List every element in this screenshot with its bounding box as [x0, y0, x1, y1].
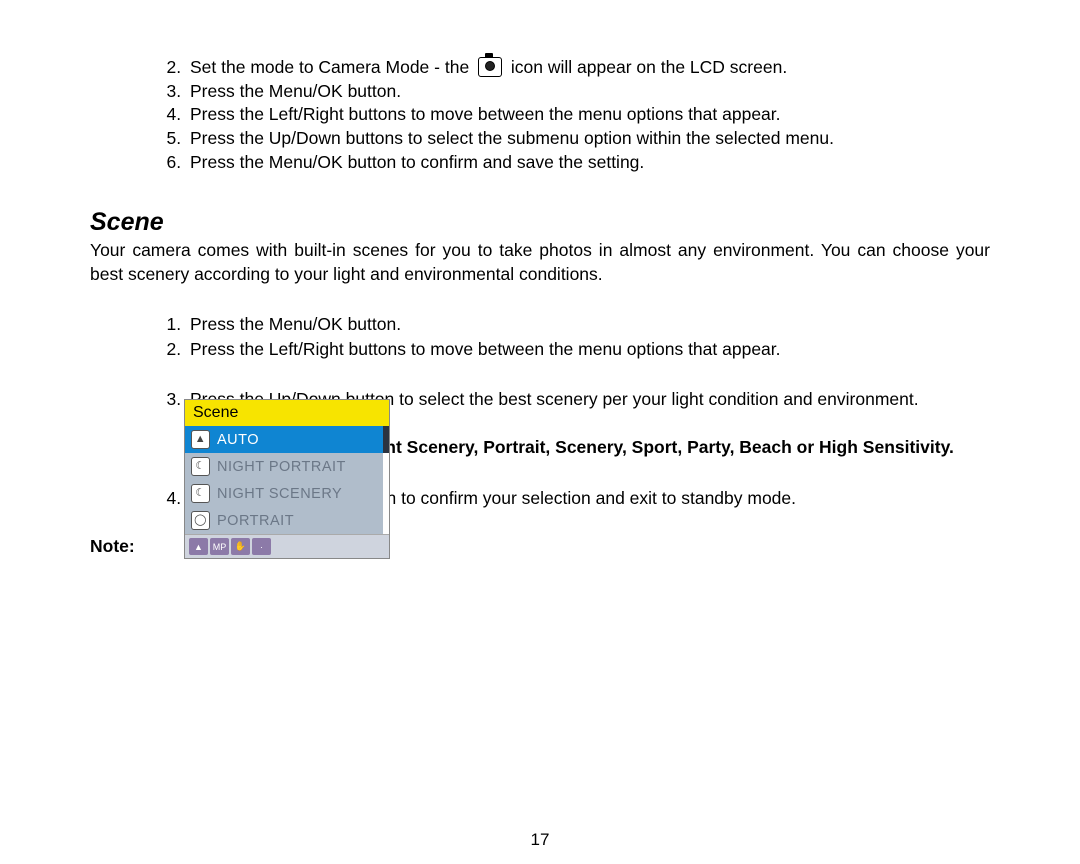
scene-row-label: PORTRAIT	[217, 513, 377, 529]
scene-row-label: NIGHT SCENERY	[217, 486, 377, 502]
badge-3: ✋	[231, 538, 250, 555]
page-number: 17	[0, 830, 1080, 850]
badge-mp: MP	[210, 538, 229, 555]
scene-row-label: AUTO	[217, 432, 377, 448]
camera-icon	[478, 57, 502, 77]
step-2: Set the mode to Camera Mode - the icon w…	[186, 56, 990, 80]
night-scenery-icon: ☾	[191, 484, 210, 503]
scene-step-1: Press the Menu/OK button.	[186, 312, 990, 337]
scene-row-label: NIGHT PORTRAIT	[217, 459, 377, 475]
step-2-post: icon will appear on the LCD screen.	[511, 57, 787, 77]
auto-icon: ▲	[191, 430, 210, 449]
steps-top-list: Set the mode to Camera Mode - the icon w…	[90, 56, 990, 174]
steps-scene-a: Press the Menu/OK button. Press the Left…	[90, 312, 990, 361]
scene-step-2: Press the Left/Right buttons to move bet…	[186, 337, 990, 362]
step-3: Press the Menu/OK button.	[186, 80, 990, 104]
step-4: Press the Left/Right buttons to move bet…	[186, 103, 990, 127]
section-title-scene: Scene	[90, 208, 990, 237]
scene-bottom-badges: ▲ MP ✋ ·	[185, 534, 389, 558]
step-6: Press the Menu/OK button to confirm and …	[186, 151, 990, 175]
portrait-icon: ◯	[191, 511, 210, 530]
step-5: Press the Up/Down buttons to select the …	[186, 127, 990, 151]
badge-4: ·	[252, 538, 271, 555]
scene-row-night-portrait[interactable]: ☾ NIGHT PORTRAIT	[185, 453, 389, 480]
scene-menu-panel: Scene ▲ AUTO ☾ NIGHT PORTRAIT ☾ NIGHT SC…	[184, 399, 390, 559]
scene-row-night-scenery[interactable]: ☾ NIGHT SCENERY	[185, 480, 389, 507]
scene-row-portrait[interactable]: ◯ PORTRAIT	[185, 507, 389, 534]
night-portrait-icon: ☾	[191, 457, 210, 476]
scene-intro-para: Your camera comes with built-in scenes f…	[90, 239, 990, 286]
badge-1: ▲	[189, 538, 208, 555]
scene-menu-header: Scene	[185, 400, 389, 426]
scene-row-auto[interactable]: ▲ AUTO	[185, 426, 389, 453]
step-2-pre: Set the mode to Camera Mode - the	[190, 57, 469, 77]
